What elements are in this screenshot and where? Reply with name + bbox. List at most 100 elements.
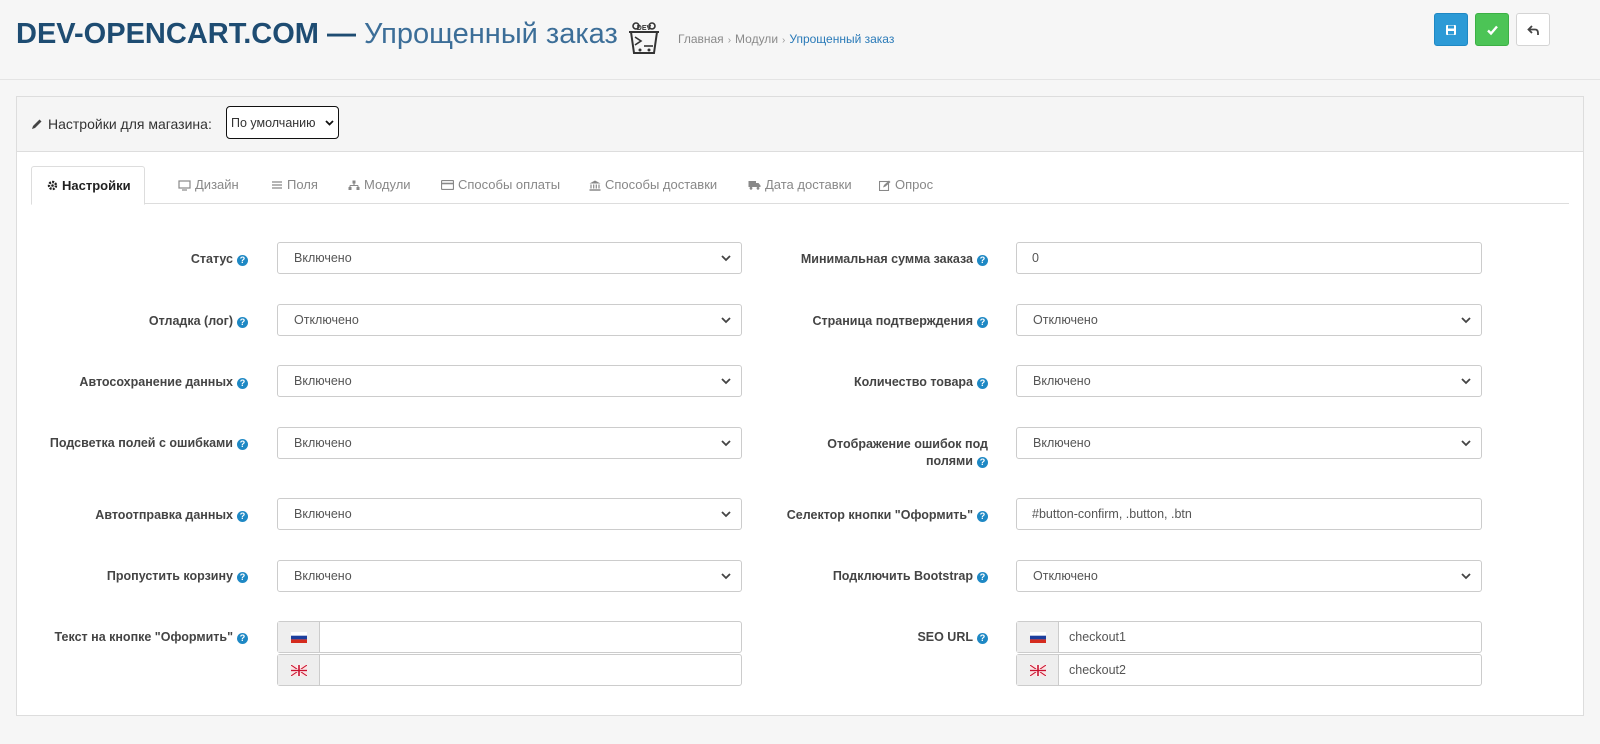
field-label-text: Отладка (лог) <box>148 314 233 328</box>
help-icon[interactable]: ? <box>977 378 988 389</box>
help-icon[interactable]: ? <box>977 511 988 522</box>
tab-shipping-methods[interactable]: Способы доставки <box>589 166 717 204</box>
tab-label: Поля <box>287 177 318 192</box>
field-label-text: Подсветка полей с ошибками <box>49 436 233 450</box>
error-display-select[interactable]: Включено <box>1016 427 1482 459</box>
help-icon[interactable]: ? <box>977 317 988 328</box>
status-label: Статус? <box>191 252 248 266</box>
help-icon[interactable]: ? <box>237 439 248 450</box>
seo-url-label: SEO URL? <box>917 630 988 644</box>
chevron-down-icon <box>721 378 731 385</box>
save-and-stay-button[interactable] <box>1475 13 1509 46</box>
tab-label: Модули <box>364 177 411 192</box>
autosave-select[interactable]: Включено <box>277 365 742 397</box>
breadcrumb-separator: › <box>727 35 732 46</box>
breadcrumb-current[interactable]: Упрощенный заказ <box>789 32 894 46</box>
dev-logo-icon: DEV <box>629 22 659 54</box>
input-value: 0 <box>1032 251 1039 265</box>
select-value: Включено <box>294 436 352 450</box>
store-settings-label: Настройки для магазина: <box>31 116 212 132</box>
chevron-down-icon <box>721 255 731 262</box>
tab-delivery-date[interactable]: Дата доставки <box>748 166 852 204</box>
select-value: Отключено <box>294 313 359 327</box>
help-icon[interactable]: ? <box>977 457 988 468</box>
tab-settings[interactable]: Настройки <box>31 166 145 205</box>
product-quantity-select[interactable]: Включено <box>1016 365 1482 397</box>
autosubmit-select[interactable]: Включено <box>277 498 742 530</box>
chevron-down-icon <box>721 317 731 324</box>
tab-label: Дата доставки <box>765 177 852 192</box>
breadcrumb-home[interactable]: Главная <box>678 32 724 46</box>
button-text-ru-input[interactable] <box>320 622 741 652</box>
flag-en-addon <box>1017 655 1059 685</box>
save-button[interactable] <box>1434 13 1468 46</box>
flag-ru-addon <box>1017 622 1059 652</box>
tab-label: Способы оплаты <box>458 177 561 192</box>
panel-heading: Настройки для магазина: По умолчанию <box>17 97 1583 152</box>
field-label-text: Селектор кнопки "Оформить" <box>786 508 973 522</box>
list-icon <box>272 181 282 189</box>
store-select[interactable]: По умолчанию <box>226 106 339 139</box>
confirm-page-label: Страница подтверждения? <box>812 314 988 328</box>
tab-design[interactable]: Дизайн <box>178 166 239 204</box>
breadcrumb: Главная › Модули › Упрощенный заказ <box>678 32 894 46</box>
seo-url-en-input[interactable]: checkout2 <box>1059 655 1481 685</box>
help-icon[interactable]: ? <box>237 317 248 328</box>
help-icon[interactable]: ? <box>237 255 248 266</box>
breadcrumb-separator: › <box>782 35 786 46</box>
tab-modules[interactable]: Модули <box>348 166 411 204</box>
debug-log-label: Отладка (лог)? <box>149 314 248 328</box>
field-label-text: SEO URL <box>917 630 973 644</box>
error-highlight-label: Подсветка полей с ошибками? <box>50 436 248 450</box>
russia-flag-icon <box>290 631 307 643</box>
tab-fields[interactable]: Поля <box>271 166 318 204</box>
flag-ru-addon <box>278 622 320 652</box>
breadcrumb-modules[interactable]: Модули <box>735 32 778 46</box>
field-label-text: Автосохранение данных <box>79 375 233 389</box>
field-label-text: Страница подтверждения <box>812 314 973 328</box>
error-highlight-select[interactable]: Включено <box>277 427 742 459</box>
error-display-label: Отображение ошибок под полями? <box>827 436 988 470</box>
help-icon[interactable]: ? <box>977 255 988 266</box>
help-icon[interactable]: ? <box>237 572 248 583</box>
tab-label: Настройки <box>62 177 131 193</box>
debug-log-select[interactable]: Отключено <box>277 304 742 336</box>
help-icon[interactable]: ? <box>977 633 988 644</box>
pencil-icon <box>32 119 42 129</box>
checkout-button-selector-input[interactable]: #button-confirm, .button, .btn <box>1016 498 1482 530</box>
autosave-label: Автосохранение данных? <box>79 375 248 389</box>
tab-label: Дизайн <box>195 177 239 192</box>
select-value: Отключено <box>1033 313 1098 327</box>
skip-cart-select[interactable]: Включено <box>277 560 742 592</box>
chevron-down-icon <box>721 440 731 447</box>
select-value: Включено <box>1033 436 1091 450</box>
input-value: #button-confirm, .button, .btn <box>1032 507 1192 521</box>
floppy-disk-icon <box>1446 24 1456 35</box>
field-label-text: Текст на кнопке "Оформить" <box>54 630 233 644</box>
skip-cart-label: Пропустить корзину? <box>107 569 248 583</box>
help-icon[interactable]: ? <box>237 511 248 522</box>
bootstrap-select[interactable]: Отключено <box>1016 560 1482 592</box>
button-text-en-input[interactable] <box>320 655 741 685</box>
chevron-down-icon <box>1461 440 1471 447</box>
brand-name: DEV-OPENCART.COM — <box>16 18 356 50</box>
select-value: Отключено <box>1033 569 1098 583</box>
help-icon[interactable]: ? <box>977 572 988 583</box>
chevron-down-icon <box>1461 573 1471 580</box>
field-label-text: Подключить Bootstrap <box>832 569 973 583</box>
help-icon[interactable]: ? <box>237 633 248 644</box>
seo-url-ru-group: checkout1 <box>1016 621 1482 653</box>
sitemap-icon <box>348 180 360 190</box>
seo-url-ru-input[interactable]: checkout1 <box>1059 622 1481 652</box>
confirm-page-select[interactable]: Отключено <box>1016 304 1482 336</box>
tab-payment-methods[interactable]: Способы оплаты <box>441 166 560 204</box>
status-select[interactable]: Включено <box>277 242 742 274</box>
tab-survey[interactable]: Опрос <box>879 166 933 204</box>
help-icon[interactable]: ? <box>237 378 248 389</box>
chevron-down-icon <box>1461 378 1471 385</box>
min-order-sum-input[interactable]: 0 <box>1016 242 1482 274</box>
checkout-button-selector-label: Селектор кнопки "Оформить"? <box>787 508 988 522</box>
autosubmit-label: Автоотправка данных? <box>95 508 248 522</box>
gear-icon <box>47 180 58 191</box>
back-button[interactable] <box>1516 13 1550 46</box>
